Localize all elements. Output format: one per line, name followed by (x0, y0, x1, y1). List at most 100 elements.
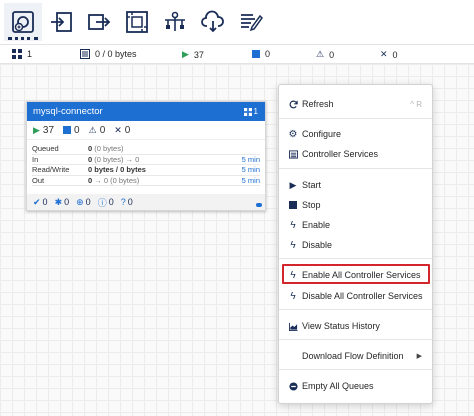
disabled-icon: ✕ (380, 49, 388, 59)
menu-separator (279, 339, 432, 340)
processor-metrics: Queued 0 (0 bytes) In 0 (0 bytes) → 0 5 … (27, 140, 265, 186)
menu-item-controller-services[interactable]: Controller Services (279, 145, 432, 163)
metric-row-out: Out 0 → 0 (0 bytes) 5 min (32, 175, 260, 186)
stop-icon (287, 199, 299, 211)
footer-stale: ⊕ 0 (76, 196, 91, 208)
menu-item-download-flow-definition[interactable]: Download Flow Definition ▶ (279, 347, 432, 365)
arrow-up-circle-icon: ⊕ (76, 196, 84, 207)
output-port-tool-button[interactable] (80, 3, 118, 41)
remote-process-group-tool-button[interactable] (156, 3, 194, 41)
stat-invalid: ⚠ 0 (89, 125, 106, 136)
label-tool-button[interactable] (232, 3, 270, 41)
metric-value: 0 (0 bytes) (88, 144, 124, 154)
input-port-icon (51, 12, 72, 32)
processor-header: mysql-connector 1 (27, 102, 265, 121)
label-icon (241, 14, 263, 32)
input-port-tool-button[interactable] (42, 3, 80, 41)
metric-time: 5 min (241, 154, 260, 164)
menu-separator (279, 118, 432, 119)
processor-icon (12, 11, 34, 33)
menu-item-disable-all-controller-services[interactable]: ϟ Disable All Controller Services (279, 287, 432, 305)
play-icon: ▶ (33, 124, 40, 135)
funnel-icon (201, 10, 224, 33)
status-disabled: ✕ 0 (380, 49, 398, 60)
menu-item-start[interactable]: ▶ Start (279, 176, 432, 194)
status-invalid-count: 0 (329, 49, 335, 60)
active-indicator (8, 37, 38, 40)
footer-locally-modified: ✱ 0 (54, 196, 70, 208)
footer-errors: ⓘ 0 (97, 197, 114, 208)
minus-circle-icon (287, 380, 299, 392)
menu-separator (279, 168, 432, 169)
menu-item-empty-all-queues[interactable]: Empty All Queues (279, 377, 432, 395)
processor-count: 1 (253, 107, 258, 116)
funnel-tool-button[interactable] (194, 3, 232, 41)
metric-label: Out (32, 175, 45, 185)
metric-value: 0 bytes / 0 bytes (88, 165, 146, 175)
grid-icon (243, 107, 252, 116)
processor-card[interactable]: mysql-connector 1 ▶ 37 0 ⚠ 0 ✕ 0 Queued (26, 101, 266, 211)
menu-item-label: Disable All Controller Services (302, 291, 423, 301)
play-icon: ▶ (289, 179, 297, 190)
status-bar: 1 0 / 0 bytes ▶ 37 0 ⚠ 0 ✕ 0 (0, 44, 474, 64)
metric-label: Queued (32, 144, 59, 154)
menu-item-disable[interactable]: ϟ Disable (279, 236, 432, 254)
metric-time: 5 min (241, 165, 260, 175)
warning-icon: ⚠ (316, 49, 325, 59)
grid-icon (12, 49, 22, 59)
processor-tool-button[interactable] (4, 3, 42, 41)
menu-item-refresh[interactable]: Refresh ^ R (279, 95, 432, 113)
menu-item-configure[interactable]: ⚙ Configure (279, 125, 432, 143)
remote-process-group-icon (165, 11, 185, 31)
metric-label: Read/Write (32, 165, 70, 175)
metric-row-read-write: Read/Write 0 bytes / 0 bytes 5 min (32, 165, 260, 176)
stat-invalid-count: 0 (99, 124, 106, 136)
stat-running-count: 37 (42, 124, 55, 136)
status-queued: 0 / 0 bytes (80, 49, 137, 59)
status-queued-value: 0 / 0 bytes (95, 49, 137, 59)
flash-off-icon: ϟ (290, 239, 296, 251)
menu-item-label: View Status History (302, 321, 380, 331)
menu-separator (279, 258, 432, 259)
flash-off-icon: ϟ (290, 290, 296, 302)
status-processors-count: 1 (27, 49, 33, 59)
question-icon: ? (120, 197, 126, 207)
footer-sync-failure: ? 0 (120, 197, 133, 207)
menu-item-label: Download Flow Definition (302, 351, 404, 361)
status-disabled-count: 0 (392, 49, 398, 60)
stat-disabled: ✕ 0 (114, 125, 130, 136)
check-icon: ✔ (33, 196, 41, 207)
menu-item-stop[interactable]: Stop (279, 196, 432, 214)
stat-running: ▶ 37 (33, 125, 54, 136)
metric-row-queued: Queued 0 (0 bytes) (32, 144, 260, 155)
metric-value: 0 → 0 (0 bytes) (88, 175, 140, 185)
menu-item-view-status-history[interactable]: View Status History (279, 317, 432, 335)
processor-footer: ✔ 0 ✱ 0 ⊕ 0 ⓘ 0 ? 0 (27, 194, 265, 210)
stat-stopped-count: 0 (74, 124, 80, 136)
processor-name: mysql-connector (33, 106, 103, 117)
queue-icon (80, 49, 90, 59)
menu-separator (279, 369, 432, 370)
context-menu: Refresh ^ R ⚙ Configure Controller Servi… (278, 84, 433, 404)
asterisk-icon: ✱ (54, 196, 63, 207)
menu-item-label: Stop (302, 200, 321, 210)
process-group-icon (126, 11, 148, 33)
metric-time: 5 min (241, 175, 260, 185)
refresh-icon (287, 98, 299, 110)
play-icon: ▶ (182, 49, 189, 59)
status-running-count: 37 (193, 49, 204, 60)
disabled-icon: ✕ (114, 124, 122, 135)
process-group-tool-button[interactable] (118, 3, 156, 41)
resize-handle[interactable] (256, 203, 262, 207)
processor-stats: ▶ 37 0 ⚠ 0 ✕ 0 (27, 121, 265, 140)
metric-label: In (32, 154, 39, 164)
metric-row-in: In 0 (0 bytes) → 0 5 min (32, 154, 260, 165)
stat-stopped: 0 (63, 125, 80, 136)
error-icon: ⓘ (97, 197, 107, 208)
status-invalid: ⚠ 0 (316, 49, 334, 60)
menu-item-label: Start (302, 180, 322, 190)
highlight-box (282, 264, 430, 284)
menu-item-enable[interactable]: ϟ Enable (279, 216, 432, 234)
status-processors: 1 (12, 49, 32, 59)
menu-item-label: Enable (302, 220, 331, 230)
